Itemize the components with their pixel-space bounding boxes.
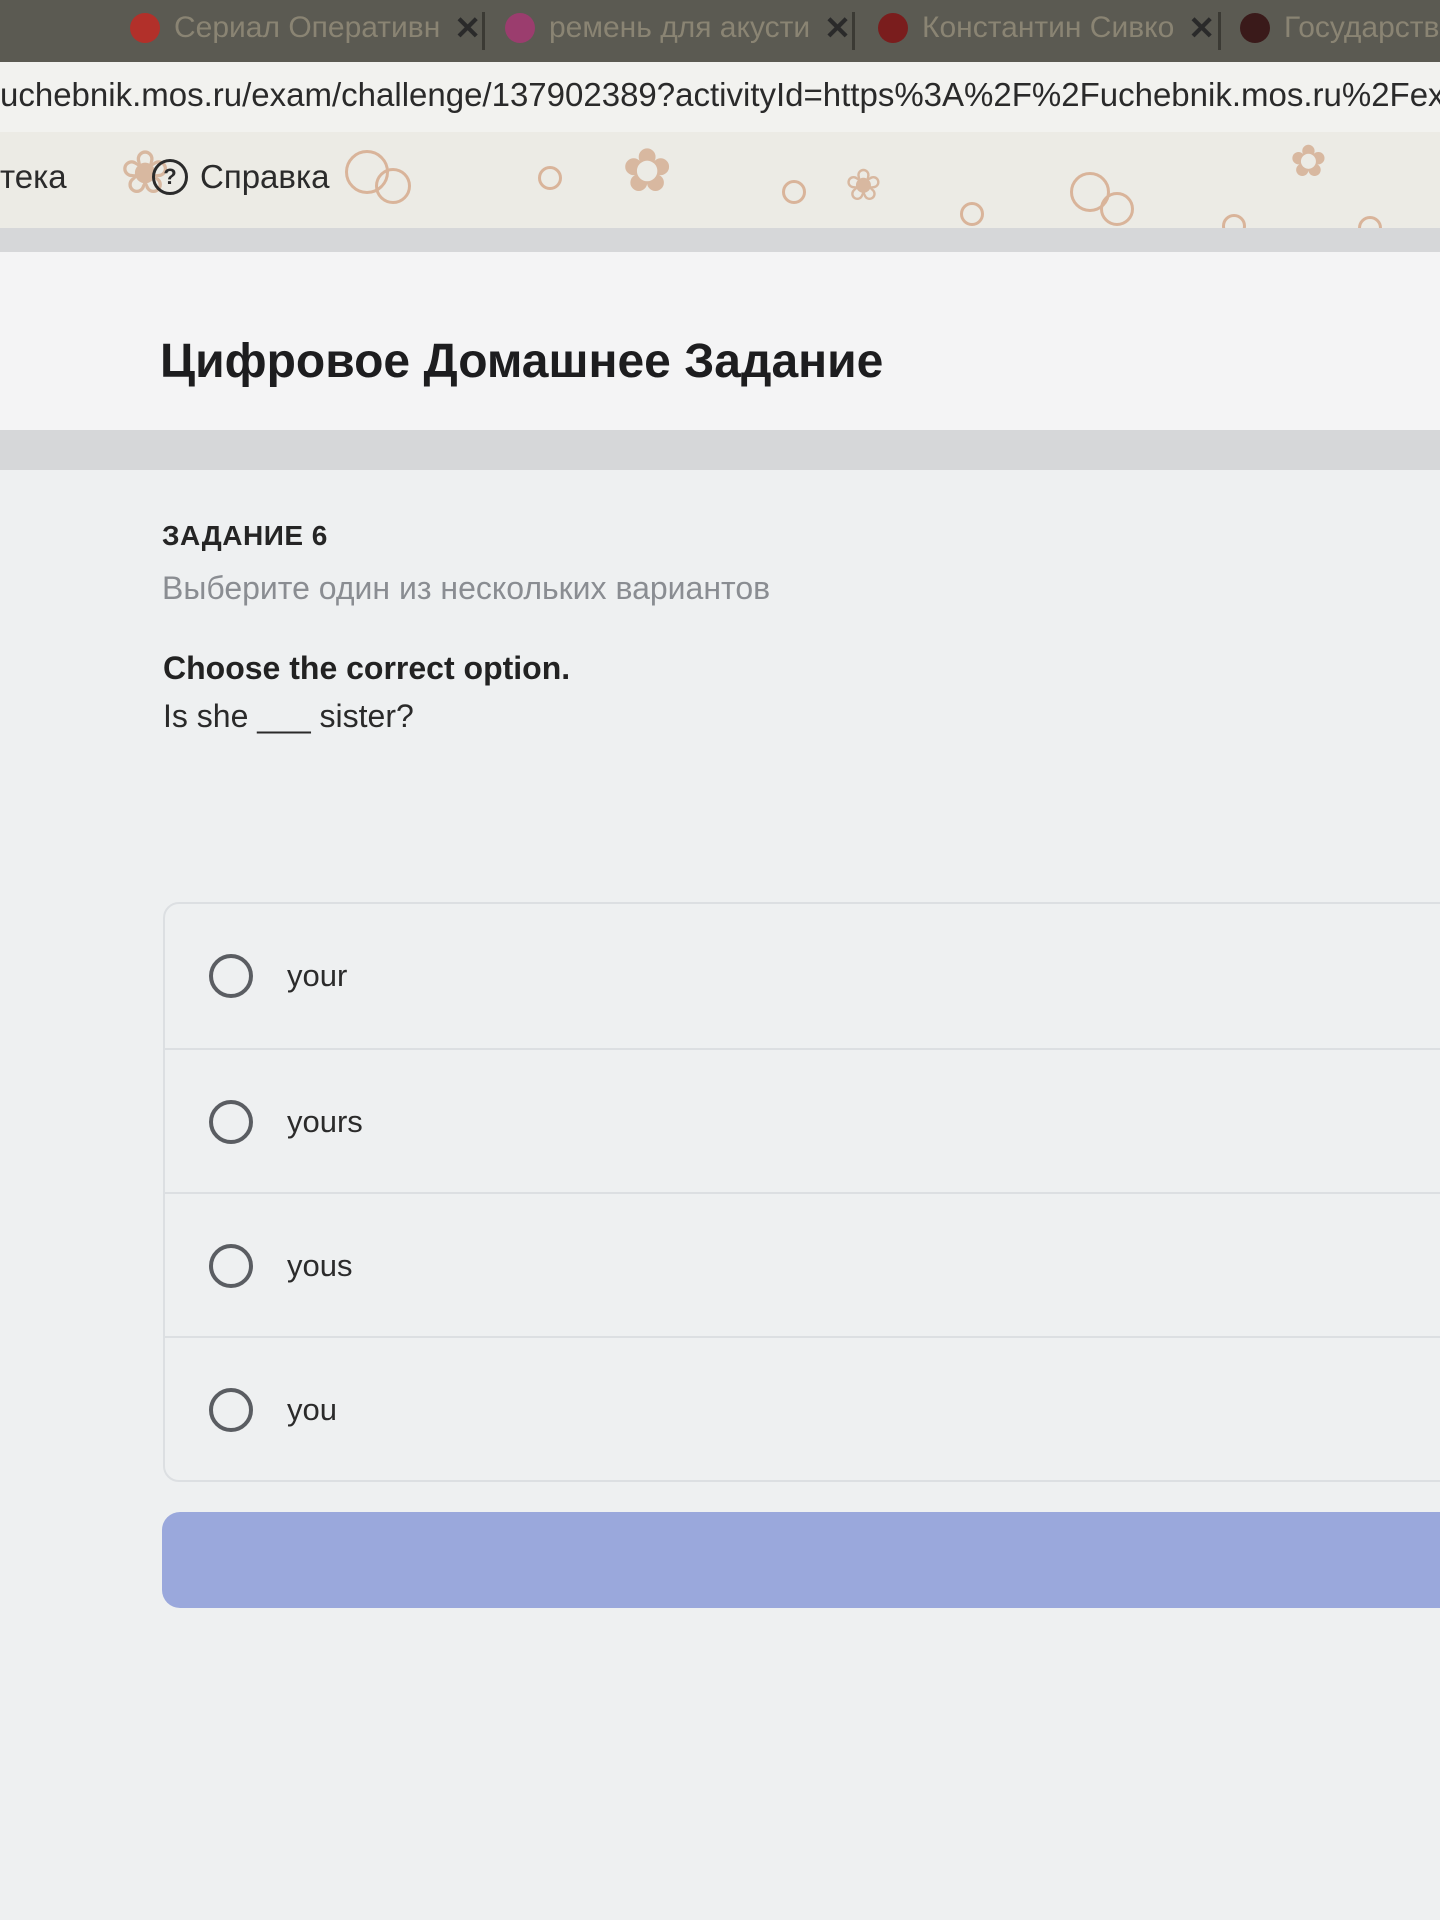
circle-decoration <box>375 168 411 204</box>
page-title: Цифровое Домашнее Задание <box>160 335 884 388</box>
red-dot-icon <box>1240 13 1270 43</box>
leaf-decoration-icon: ❀ <box>845 161 882 210</box>
help-circle-icon: ? <box>152 159 188 195</box>
radio-button[interactable] <box>209 1100 253 1144</box>
divider <box>0 228 1440 252</box>
task-number: ЗАДАНИЕ 6 <box>162 520 328 551</box>
close-icon[interactable]: ✕ <box>824 9 851 47</box>
option-label: you <box>287 1392 337 1427</box>
bookmark-library[interactable]: тека <box>0 158 67 196</box>
submit-answer-button[interactable] <box>162 1512 1440 1608</box>
address-bar[interactable]: uchebnik.mos.ru/exam/challenge/137902389… <box>0 62 1440 134</box>
radio-button[interactable] <box>209 954 253 998</box>
bookmark-label: тека <box>0 158 67 195</box>
browser-tab[interactable]: Константин Сивко ✕ <box>878 0 1215 56</box>
leaf-decoration-icon: ✿ <box>1290 137 1327 186</box>
tab-separator <box>482 12 485 50</box>
tab-label: Государстве <box>1284 11 1440 44</box>
leaf-decoration-icon: ✿ <box>622 137 673 204</box>
bookmarks-bar: ❀ ✿ ❀ ✿ тека ? Справка <box>0 132 1440 228</box>
option-label: yous <box>287 1248 353 1283</box>
tab-label: ремень для акусти <box>549 11 811 44</box>
option-label: your <box>287 958 348 993</box>
close-icon[interactable]: ✕ <box>454 9 481 47</box>
tab-label: Константин Сивко <box>922 11 1175 44</box>
question-text: Is she ___ sister? <box>163 698 414 734</box>
tab-label: Сериал Оперативн <box>174 11 441 44</box>
red-circle-icon <box>130 13 160 43</box>
question-instruction: Choose the correct option. <box>163 650 571 686</box>
browser-tab-strip: Сериал Оперативн ✕ ремень для акусти ✕ К… <box>0 0 1440 62</box>
option-label: yours <box>287 1104 363 1139</box>
answer-option[interactable]: you <box>165 1336 1440 1482</box>
answer-option[interactable]: yous <box>165 1192 1440 1338</box>
bookmark-help[interactable]: ? Справка <box>152 158 329 196</box>
page-header: Цифровое Домашнее Задание <box>0 252 1440 430</box>
marketplace-icon <box>505 13 535 43</box>
answer-option[interactable]: your <box>165 904 1440 1048</box>
radio-button[interactable] <box>209 1244 253 1288</box>
tab-separator <box>852 12 855 50</box>
circle-decoration <box>782 180 806 204</box>
radio-button[interactable] <box>209 1388 253 1432</box>
tab-separator <box>1218 12 1221 50</box>
task-panel: ЗАДАНИЕ 6 Выберите один из нескольких ва… <box>0 470 1440 1920</box>
answer-options: your yours yous you <box>163 902 1440 1482</box>
video-play-icon <box>878 13 908 43</box>
browser-tab[interactable]: ремень для акусти ✕ <box>505 0 851 56</box>
browser-tab[interactable]: Государстве <box>1240 0 1440 56</box>
url-text[interactable]: uchebnik.mos.ru/exam/challenge/137902389… <box>0 76 1440 114</box>
bookmark-label: Справка <box>200 158 330 195</box>
circle-decoration <box>538 166 562 190</box>
answer-option[interactable]: yours <box>165 1048 1440 1194</box>
task-type: Выберите один из нескольких вариантов <box>162 570 771 606</box>
circle-decoration <box>1358 216 1382 228</box>
browser-tab[interactable]: Сериал Оперативн ✕ <box>130 0 481 56</box>
circle-decoration <box>960 202 984 226</box>
divider <box>0 430 1440 470</box>
circle-decoration <box>1222 214 1246 228</box>
circle-decoration <box>1100 192 1134 226</box>
close-icon[interactable]: ✕ <box>1188 9 1215 47</box>
